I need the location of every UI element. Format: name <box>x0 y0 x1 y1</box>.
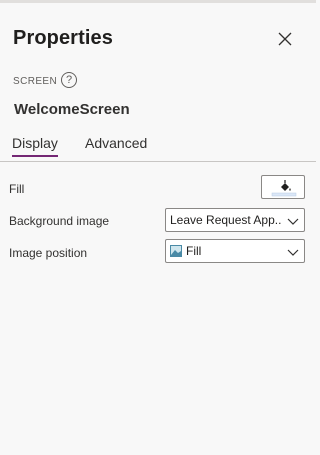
chevron-down-icon <box>287 249 299 256</box>
close-icon <box>278 32 292 46</box>
background-image-dropdown[interactable]: Leave Request App... <box>165 208 305 232</box>
screen-name: WelcomeScreen <box>14 101 130 118</box>
fill-label: Fill <box>9 182 25 196</box>
close-button[interactable] <box>274 28 296 50</box>
section-label: SCREEN <box>13 76 58 87</box>
paint-bucket-icon <box>271 180 297 197</box>
panel-title: Properties <box>13 27 113 49</box>
image-thumbnail-icon <box>170 245 182 257</box>
image-position-dropdown[interactable]: Fill <box>165 239 305 263</box>
image-position-value: Fill <box>186 244 202 258</box>
tab-display[interactable]: Display <box>12 135 58 157</box>
fill-color-picker-button[interactable] <box>261 175 305 199</box>
tab-divider <box>0 161 316 162</box>
question-circle-icon[interactable]: ? <box>61 72 77 88</box>
image-position-label: Image position <box>9 246 88 260</box>
properties-panel: Properties SCREEN ? WelcomeScreen Displa… <box>0 0 316 455</box>
tab-bar: Display Advanced <box>0 135 316 162</box>
background-image-label: Background image <box>9 214 110 228</box>
tab-advanced[interactable]: Advanced <box>85 135 147 157</box>
chevron-down-icon <box>287 218 299 225</box>
background-image-value: Leave Request App... <box>170 213 282 227</box>
